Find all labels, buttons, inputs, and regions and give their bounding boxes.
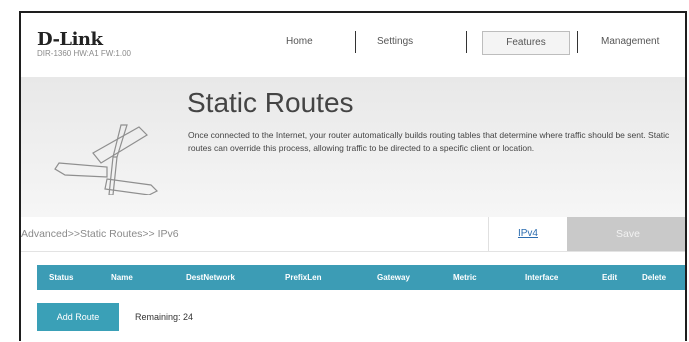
header: D-Link DIR-1360 HW:A1 FW:1.00 Home Setti… [21,13,685,73]
column-gateway: Gateway [377,273,410,282]
dlink-logo: D-Link [37,29,103,50]
add-route-button[interactable]: Add Route [37,303,119,331]
column-edit: Edit [602,273,618,282]
column-name: Name [111,273,133,282]
column-destnetwork: DestNetwork [186,273,235,282]
nav-separator [355,31,356,53]
nav-settings[interactable]: Settings [377,31,413,53]
remaining-count: Remaining: 24 [135,312,194,322]
ipv4-tab: IPv4 [488,217,568,251]
column-interface: Interface [525,273,559,282]
save-button[interactable]: Save [567,217,685,251]
firmware-info: DIR-1360 HW:A1 FW:1.00 [37,49,131,58]
routes-table-header: Status Name DestNetwork PrefixLen Gatewa… [37,265,685,290]
column-prefixlen: PrefixLen [285,273,322,282]
router-admin-window: D-Link DIR-1360 HW:A1 FW:1.00 Home Setti… [19,11,687,341]
nav-features[interactable]: Features [482,31,570,55]
breadcrumb-row: Advanced>>Static Routes>> IPv6 IPv4 Save [21,217,685,252]
column-metric: Metric [453,273,477,282]
page-title: Static Routes [187,87,354,118]
page-description: Once connected to the Internet, your rou… [188,130,670,153]
ipv4-link[interactable]: IPv4 [489,228,567,239]
nav-separator [577,31,578,53]
column-status: Status [49,273,74,282]
nav-home[interactable]: Home [286,31,313,53]
signpost-icon [54,124,159,195]
column-delete: Delete [642,273,667,282]
page-banner: Static Routes Once connected to the Inte… [21,77,685,217]
nav-management[interactable]: Management [601,31,659,53]
breadcrumb: Advanced>>Static Routes>> IPv6 [21,228,179,240]
nav-separator [466,31,467,53]
